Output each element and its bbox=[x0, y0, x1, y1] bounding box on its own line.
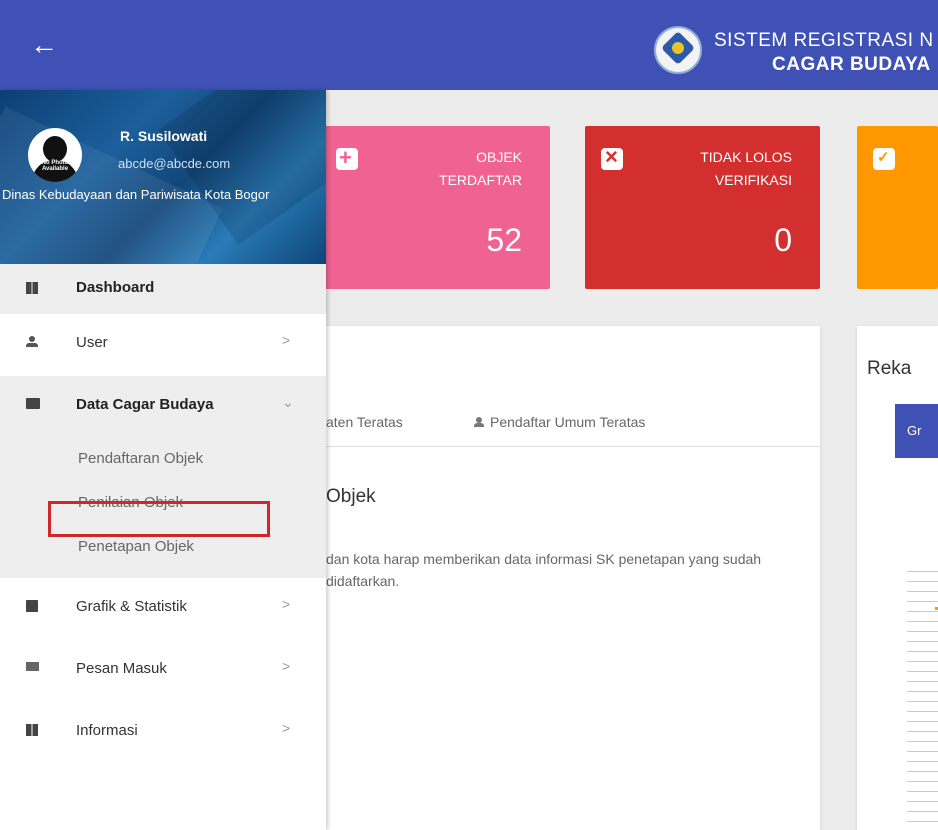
user-icon bbox=[26, 336, 38, 348]
tab-pendaftar-umum[interactable]: Pendaftar Umum Teratas bbox=[474, 414, 645, 430]
chevron-right-icon: > bbox=[282, 596, 291, 612]
stat-card-value: 52 bbox=[486, 222, 522, 258]
clipboard-check-icon bbox=[873, 148, 895, 170]
chart-gridlines bbox=[907, 571, 938, 830]
submenu-label: Penilaian Objek bbox=[78, 494, 184, 511]
sidebar-item-dashboard[interactable]: Dashboard bbox=[0, 264, 326, 314]
tut-wuri-handayani-logo bbox=[654, 26, 702, 74]
stat-card-label: TIDAK LOLOS VERIFIKASI bbox=[700, 149, 792, 188]
sidebar-group-data-cagar-budaya: Data Cagar Budaya ⌄ Pendaftaran Objek Pe… bbox=[0, 376, 326, 578]
sidebar-menu: Dashboard User > Data Cagar Budaya ⌄ Pen… bbox=[0, 264, 326, 764]
chevron-right-icon: > bbox=[282, 332, 291, 348]
sidebar-item-label: Informasi bbox=[76, 722, 138, 739]
info-panel: aten Teratas Pendaftar Umum Teratas Obje… bbox=[326, 326, 820, 830]
sidebar-item-pesan-masuk[interactable]: Pesan Masuk > bbox=[0, 640, 326, 702]
dashboard-icon bbox=[26, 282, 38, 294]
stat-card-tidak-lolos[interactable]: TIDAK LOLOSVERIFIKASI 0 bbox=[585, 126, 820, 289]
profile-header: No Photo Available R. Susilowati abcde@a… bbox=[0, 90, 326, 264]
sidebar-item-label: Grafik & Statistik bbox=[76, 598, 187, 615]
stat-card-value: 0 bbox=[774, 222, 792, 258]
sidebar-item-data-cagar-budaya[interactable]: Data Cagar Budaya ⌄ bbox=[0, 376, 326, 438]
folder-image-icon bbox=[26, 398, 40, 409]
profile-organization: Dinas Kebudayaan dan Pariwisata Kota Bog… bbox=[2, 187, 270, 202]
arrow-left-icon[interactable]: ← bbox=[30, 30, 60, 60]
stat-card-3[interactable] bbox=[857, 126, 938, 289]
top-app-bar: ← SISTEM REGISTRASI N CAGAR BUDAYA bbox=[0, 0, 938, 90]
sidebar-item-label: User bbox=[76, 334, 108, 351]
tab-kabupaten-teratas[interactable]: aten Teratas bbox=[326, 414, 403, 430]
profile-email: abcde@abcde.com bbox=[118, 156, 231, 171]
grafik-button[interactable]: Gr bbox=[895, 404, 938, 458]
chart-icon bbox=[26, 600, 38, 612]
stat-card-objek-terdaftar[interactable]: OBJEKTERDAFTAR 52 bbox=[320, 126, 550, 289]
app-title-line1: SISTEM REGISTRASI N bbox=[714, 30, 934, 51]
app-title-line2: CAGAR BUDAYA bbox=[772, 54, 931, 75]
tab-bar: aten Teratas Pendaftar Umum Teratas bbox=[326, 408, 820, 447]
chevron-right-icon: > bbox=[282, 658, 291, 674]
rekap-panel: Reka Gr bbox=[857, 326, 938, 830]
section-title: Objek bbox=[326, 486, 376, 507]
person-icon bbox=[474, 417, 484, 427]
sidebar-item-label: Data Cagar Budaya bbox=[76, 396, 214, 413]
chevron-down-icon: ⌄ bbox=[282, 394, 294, 410]
submenu-pendaftaran-objek[interactable]: Pendaftaran Objek bbox=[0, 438, 326, 482]
sidebar-item-user[interactable]: User > bbox=[0, 314, 326, 376]
submenu-label: Penetapan Objek bbox=[78, 538, 194, 555]
profile-name: R. Susilowati bbox=[120, 128, 208, 144]
submenu-penetapan-objek[interactable]: Penetapan Objek bbox=[0, 526, 326, 578]
sidebar: No Photo Available R. Susilowati abcde@a… bbox=[0, 90, 326, 830]
submenu-penilaian-objek[interactable]: Penilaian Objek bbox=[0, 482, 326, 526]
plus-box-icon bbox=[336, 145, 358, 171]
mail-icon bbox=[26, 662, 39, 671]
sidebar-item-label: Pesan Masuk bbox=[76, 660, 167, 677]
rekap-title: Reka bbox=[867, 358, 912, 379]
sidebar-item-label: Dashboard bbox=[76, 279, 155, 296]
chevron-right-icon: > bbox=[282, 720, 291, 736]
info-grid-icon bbox=[26, 724, 38, 736]
sidebar-item-informasi[interactable]: Informasi > bbox=[0, 702, 326, 764]
avatar-placeholder-text: No Photo Available bbox=[41, 160, 69, 172]
stat-card-label: OBJEK TERDAFTAR bbox=[439, 149, 522, 188]
sidebar-item-grafik-statistik[interactable]: Grafik & Statistik > bbox=[0, 578, 326, 640]
submenu-label: Pendaftaran Objek bbox=[78, 450, 204, 467]
section-description: dan kota harap memberikan data informasi… bbox=[326, 551, 762, 589]
avatar-head bbox=[43, 136, 67, 162]
close-circle-icon bbox=[601, 144, 623, 170]
avatar[interactable]: No Photo Available bbox=[28, 128, 82, 182]
